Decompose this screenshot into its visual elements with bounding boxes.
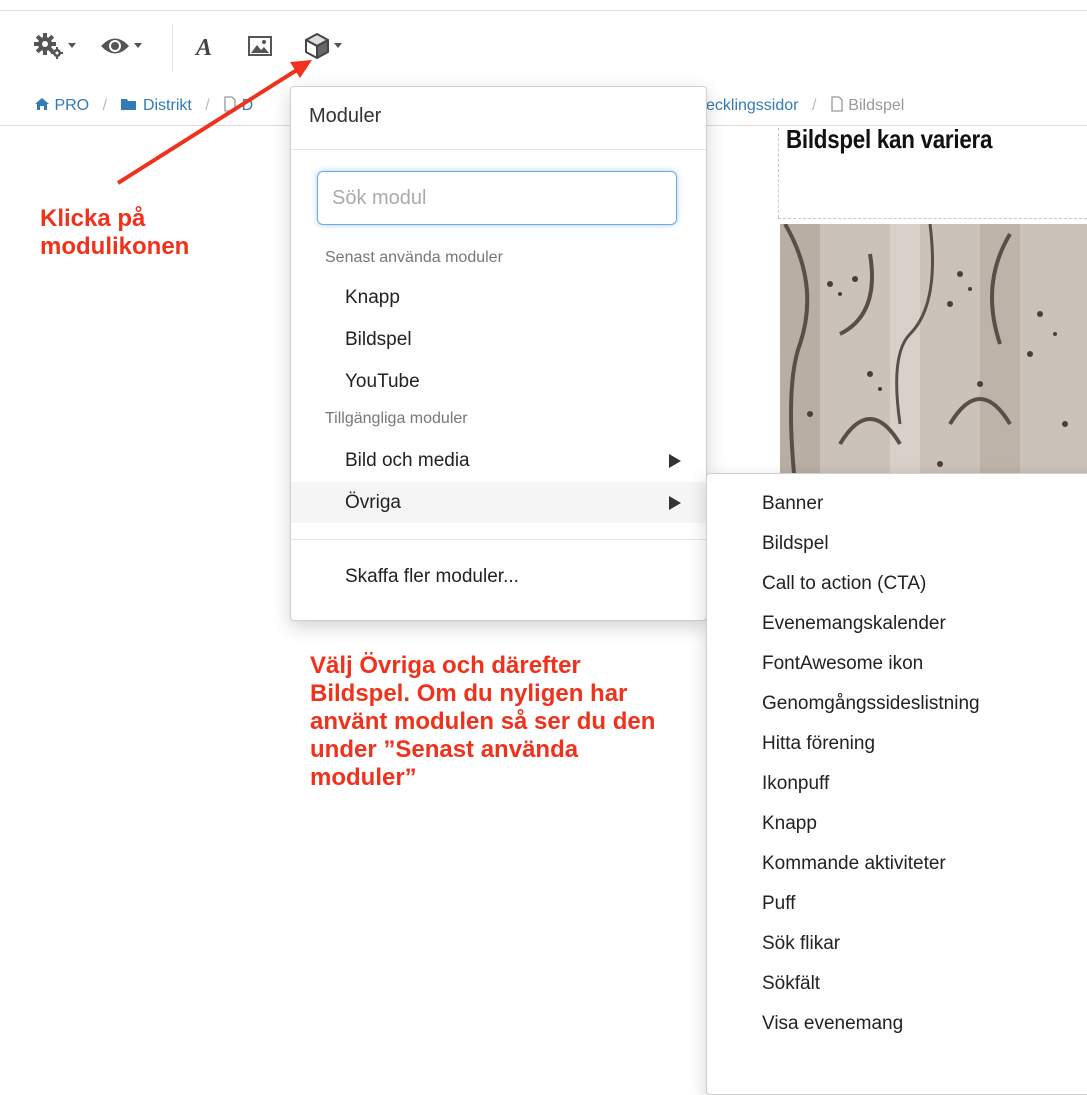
menu-title: Moduler: [309, 105, 382, 127]
annotation-choose-other: Välj Övriga och därefter Bildspel. Om du…: [310, 652, 656, 791]
menu-item-label: Övriga: [345, 491, 401, 513]
annotation-click-module-icon: Klicka på modulikonen: [40, 205, 190, 260]
divider: [291, 539, 706, 540]
menu-item-knapp[interactable]: Knapp: [291, 277, 706, 318]
divider: [291, 149, 706, 150]
submenu-item-evenemangskalender[interactable]: Evenemangskalender: [707, 604, 1087, 644]
submenu-item-fontawesome[interactable]: FontAwesome ikon: [707, 644, 1087, 684]
menu-item-bild-och-media[interactable]: Bild och media: [291, 440, 706, 481]
submenu-item-kommande-aktiviteter[interactable]: Kommande aktiviteter: [707, 844, 1087, 884]
submenu-item-bildspel[interactable]: Bildspel: [707, 524, 1087, 564]
search-input[interactable]: Sök modul: [317, 171, 677, 225]
menu-item-ovriga[interactable]: Övriga: [291, 482, 706, 523]
submenu-item-knapp[interactable]: Knapp: [707, 804, 1087, 844]
submenu-item-genomgangssideslistning[interactable]: Genomgångssideslistning: [707, 684, 1087, 724]
section-label-available: Tillgängliga moduler: [325, 410, 468, 427]
modules-menu: Moduler Sök modul Senast använda moduler…: [290, 86, 707, 621]
submenu-item-puff[interactable]: Puff: [707, 884, 1087, 924]
chevron-right-icon: [669, 454, 681, 468]
submenu-item-hitta-forening[interactable]: Hitta förening: [707, 724, 1087, 764]
submenu-item-visa-evenemang[interactable]: Visa evenemang: [707, 1004, 1087, 1044]
submenu-item-sok-flikar[interactable]: Sök flikar: [707, 924, 1087, 964]
submenu-item-sokfalt[interactable]: Sökfält: [707, 964, 1087, 1004]
submenu-item-cta[interactable]: Call to action (CTA): [707, 564, 1087, 604]
get-more-modules-link[interactable]: Skaffa fler moduler...: [291, 556, 706, 597]
submenu-item-banner[interactable]: Banner: [707, 484, 1087, 524]
other-modules-submenu: Banner Bildspel Call to action (CTA) Eve…: [706, 473, 1087, 1095]
section-label-recent: Senast använda moduler: [325, 249, 503, 266]
menu-item-bildspel[interactable]: Bildspel: [291, 319, 706, 360]
menu-item-youtube[interactable]: YouTube: [291, 361, 706, 402]
chevron-right-icon: [669, 496, 681, 510]
menu-item-label: Bild och media: [345, 449, 470, 471]
submenu-item-ikonpuff[interactable]: Ikonpuff: [707, 764, 1087, 804]
